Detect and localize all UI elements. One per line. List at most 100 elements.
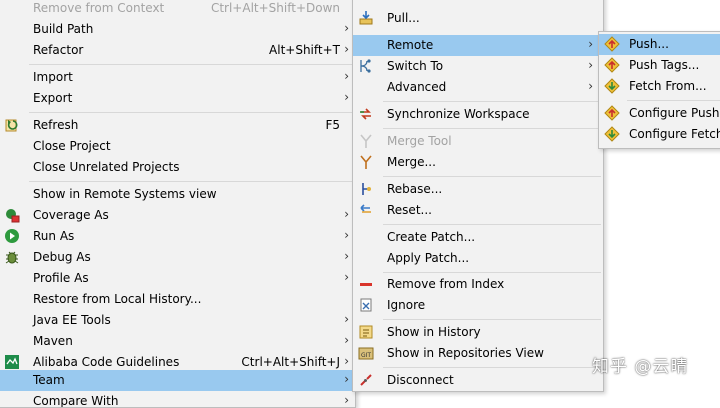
menu-item-merge-tool: Merge Tool [353, 131, 603, 152]
menu-item-apply-patch[interactable]: Apply Patch... [353, 248, 603, 269]
menu-separator [383, 176, 601, 177]
menu-item-debug-as[interactable]: Debug As › [0, 247, 355, 268]
menu-separator [29, 64, 353, 65]
menu-item-synchronize-workspace[interactable]: Synchronize Workspace [353, 104, 603, 125]
submenu-arrow-icon: › [344, 90, 349, 104]
menu-item-label: Disconnect [387, 373, 454, 387]
push-icon [604, 36, 620, 52]
menu-item-java-ee-tools[interactable]: Java EE Tools › [0, 310, 355, 331]
menu-item-label: Refresh [33, 118, 79, 132]
menu-item-label: Pull... [387, 11, 420, 25]
menu-item-refactor[interactable]: Refactor Alt+Shift+T › [0, 40, 355, 61]
menu-item-remote[interactable]: Remote › [353, 35, 603, 56]
remove-index-icon [360, 283, 372, 286]
menu-item-label: Maven [33, 334, 73, 348]
menu-item-ignore[interactable]: Ignore [353, 295, 603, 316]
submenu-arrow-icon: › [344, 249, 349, 263]
team-submenu: Pull... Remote › Switch To › Advanced › … [352, 0, 604, 392]
menu-item-export[interactable]: Export › [0, 88, 355, 109]
submenu-arrow-icon: › [344, 207, 349, 221]
menu-item-label: Reset... [387, 203, 432, 217]
menu-item-rebase[interactable]: Rebase... [353, 179, 603, 200]
menu-item-label: Remove from Index [387, 277, 505, 291]
submenu-arrow-icon: › [344, 270, 349, 284]
menu-item-close-project[interactable]: Close Project [0, 136, 355, 157]
menu-separator [383, 224, 601, 225]
submenu-arrow-icon: › [344, 354, 349, 368]
menu-item-label: Java EE Tools [33, 313, 111, 327]
menu-item-advanced[interactable]: Advanced › [353, 77, 603, 98]
menu-item-shortcut: F5 [325, 118, 340, 132]
menu-item-label: Fetch From... [629, 79, 707, 93]
coverage-icon [6, 209, 20, 223]
menu-item-shortcut: Ctrl+Alt+Shift+J [241, 355, 340, 369]
configure-push-icon [604, 105, 620, 121]
disconnect-icon [360, 374, 372, 386]
run-icon [5, 229, 19, 243]
submenu-arrow-icon: › [344, 228, 349, 242]
pull-icon [359, 11, 373, 25]
menu-item-fetch-from[interactable]: Fetch From... [599, 76, 720, 97]
menu-item-build-path[interactable]: Build Path › [0, 19, 355, 40]
menu-item-label: Refactor [33, 43, 84, 57]
menu-item-team[interactable]: Team › [0, 370, 355, 391]
menu-item-label: Import [33, 70, 73, 84]
watermark: 知乎 @云晴 [592, 357, 689, 377]
menu-item-restore-local-history[interactable]: Restore from Local History... [0, 289, 355, 310]
menu-item-switch-to[interactable]: Switch To › [353, 56, 603, 77]
menu-item-import[interactable]: Import › [0, 67, 355, 88]
menu-item-maven[interactable]: Maven › [0, 331, 355, 352]
menu-item-profile-as[interactable]: Profile As › [0, 268, 355, 289]
menu-item-label: Remove from Context [33, 1, 165, 15]
menu-item-disconnect[interactable]: Disconnect [353, 370, 603, 391]
switch-branch-icon [360, 59, 371, 73]
menu-item-reset[interactable]: Reset... [353, 200, 603, 221]
menu-item-label: Show in History [387, 325, 481, 339]
merge-tool-icon [360, 134, 372, 148]
menu-item-show-in-repositories-view[interactable]: GIT Show in Repositories View [353, 343, 603, 364]
submenu-arrow-icon: › [344, 42, 349, 56]
menu-item-configure-fetch[interactable]: Configure Fetch f [599, 124, 720, 145]
menu-item-label: Merge... [387, 155, 436, 169]
menu-separator [383, 272, 601, 273]
menu-item-push-tags[interactable]: Push Tags... [599, 55, 720, 76]
menu-item-close-unrelated-projects[interactable]: Close Unrelated Projects [0, 157, 355, 178]
refresh-icon [5, 119, 18, 132]
menu-item-label: Configure Fetch f [629, 127, 720, 141]
menu-item-label: Push Tags... [629, 58, 700, 72]
reset-icon [360, 204, 371, 213]
menu-item-configure-push[interactable]: Configure Push t [599, 103, 720, 124]
submenu-arrow-icon: › [344, 312, 349, 326]
menu-item-shortcut: Alt+Shift+T [269, 43, 340, 57]
menu-item-coverage-as[interactable]: Coverage As › [0, 205, 355, 226]
menu-item-show-in-remote-systems[interactable]: Show in Remote Systems view [0, 184, 355, 205]
push-tags-icon [604, 57, 620, 73]
menu-item-create-patch[interactable]: Create Patch... [353, 227, 603, 248]
merge-icon [360, 155, 372, 169]
menu-item-run-as[interactable]: Run As › [0, 226, 355, 247]
menu-separator [383, 319, 601, 320]
menu-item-show-in-history[interactable]: Show in History [353, 322, 603, 343]
menu-item-label: Create Patch... [387, 230, 476, 244]
rebase-icon [362, 183, 371, 195]
menu-item-label: Profile As [33, 271, 89, 285]
menu-item-push[interactable]: Push... [599, 34, 720, 55]
menu-item-label: Build Path [33, 22, 94, 36]
menu-item-label: Debug As [33, 250, 91, 264]
menu-item-label: Remote [387, 38, 434, 52]
svg-text:GIT: GIT [361, 352, 371, 359]
menu-item-remove-from-index[interactable]: Remove from Index [353, 274, 603, 295]
menu-item-refresh[interactable]: Refresh F5 [0, 115, 355, 136]
history-icon [359, 325, 373, 339]
menu-item-merge[interactable]: Merge... [353, 152, 603, 173]
submenu-arrow-icon: › [344, 372, 349, 386]
menu-item-label: Switch To [387, 59, 444, 73]
context-menu: Remove from Context Ctrl+Alt+Shift+Down … [0, 0, 356, 408]
menu-separator [29, 112, 353, 113]
submenu-arrow-icon: › [344, 393, 349, 407]
menu-item-label: Compare With [33, 394, 119, 408]
submenu-arrow-icon: › [588, 37, 593, 51]
menu-item-pull[interactable]: Pull... [353, 8, 603, 29]
menu-item-label: Show in Remote Systems view [33, 187, 217, 201]
menu-item-label: Show in Repositories View [387, 346, 544, 360]
